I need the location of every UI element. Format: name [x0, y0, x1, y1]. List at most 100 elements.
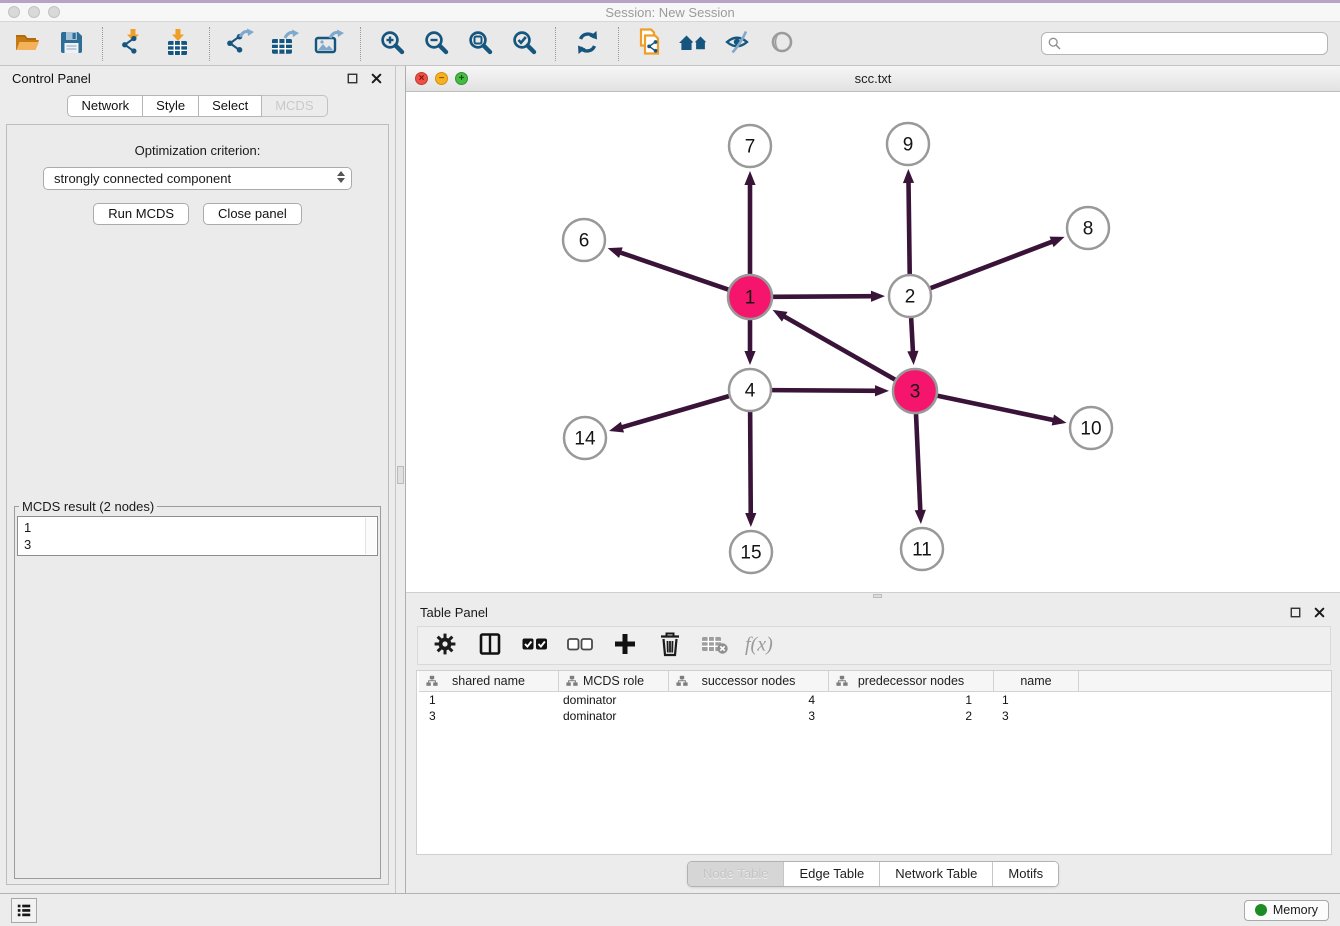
network-canvas[interactable]: 7 9 6 8 1 2 4 3 14 10 15 11 — [406, 92, 1340, 592]
apply-layout-button[interactable] — [572, 29, 602, 59]
tab-style[interactable]: Style — [143, 95, 199, 117]
graph-node-14[interactable]: 14 — [564, 417, 606, 459]
memory-button[interactable]: Memory — [1244, 900, 1329, 921]
network-graph[interactable]: 7 9 6 8 1 2 4 3 14 10 15 11 — [406, 92, 1340, 592]
table-row[interactable]: 1dominator411 — [419, 692, 1331, 708]
zoom-selected-button[interactable] — [509, 29, 539, 59]
cell-shared-name: 3 — [419, 708, 559, 724]
svg-text:2: 2 — [905, 287, 916, 308]
close-panel-button[interactable]: Close panel — [203, 203, 302, 225]
import-table-button[interactable] — [163, 29, 193, 59]
close-panel-icon[interactable] — [369, 72, 383, 86]
tab-motifs[interactable]: Motifs — [992, 862, 1058, 886]
function-builder-button: f(x) — [747, 633, 773, 659]
graph-node-10[interactable]: 10 — [1070, 407, 1112, 449]
edge-arrowhead-3-1 — [773, 310, 788, 322]
table-settings-button[interactable] — [432, 633, 458, 659]
new-network-from-selection-button[interactable] — [635, 29, 665, 59]
graph-node-8[interactable]: 8 — [1067, 207, 1109, 249]
graph-node-6[interactable]: 6 — [563, 219, 605, 261]
cell-name: 1 — [994, 692, 1079, 708]
column-header-name[interactable]: name — [994, 671, 1079, 691]
network-minimize-button[interactable]: − — [435, 72, 448, 85]
splitter-handle[interactable] — [873, 594, 882, 598]
show-columns-button[interactable] — [477, 633, 503, 659]
edge-3-11[interactable] — [916, 414, 920, 512]
graph-node-7[interactable]: 7 — [729, 125, 771, 167]
tab-network-table[interactable]: Network Table — [879, 862, 992, 886]
zoom-in-button[interactable] — [377, 29, 407, 59]
optimization-criterion-label: Optimization criterion: — [135, 143, 261, 158]
run-mcds-button[interactable]: Run MCDS — [93, 203, 189, 225]
column-header-MCDS-role[interactable]: MCDS role — [559, 671, 669, 691]
graph-node-9[interactable]: 9 — [887, 123, 929, 165]
mcds-result-box[interactable]: 1 3 — [17, 516, 378, 556]
zoom-fit-icon — [467, 29, 493, 58]
column-header-successor-nodes[interactable]: successor nodes — [669, 671, 829, 691]
tab-edge-table[interactable]: Edge Table — [783, 862, 879, 886]
tab-select[interactable]: Select — [199, 95, 262, 117]
network-window-titlebar[interactable]: × − + scc.txt — [406, 66, 1340, 92]
export-table-button[interactable] — [270, 29, 300, 59]
splitter-handle[interactable] — [397, 466, 404, 484]
edge-1-2[interactable] — [773, 296, 873, 297]
import-network-icon — [120, 28, 148, 59]
eye-slash-icon — [724, 29, 752, 58]
edge-2-9[interactable] — [908, 181, 909, 274]
column-header-shared-name[interactable]: shared name — [419, 671, 559, 691]
open-session-button[interactable] — [12, 29, 42, 59]
edge-3-10[interactable] — [938, 396, 1055, 421]
column-header-predecessor-nodes[interactable]: predecessor nodes — [829, 671, 994, 691]
delete-column-button[interactable] — [657, 633, 683, 659]
zoom-fit-button[interactable] — [465, 29, 495, 59]
export-network-button[interactable] — [226, 29, 256, 59]
table-panel: Table Panel f(x) shared nameMCDS rolesuc… — [406, 599, 1340, 893]
zoom-out-button[interactable] — [421, 29, 451, 59]
edge-arrowhead-4-3 — [875, 385, 889, 396]
horizontal-splitter[interactable] — [406, 592, 1340, 599]
graph-node-2[interactable]: 2 — [889, 275, 931, 317]
vertical-splitter[interactable] — [395, 66, 406, 893]
graph-node-3[interactable]: 3 — [893, 369, 937, 413]
float-panel-icon[interactable] — [345, 72, 359, 86]
add-column-button[interactable] — [612, 633, 638, 659]
close-table-panel-icon[interactable] — [1312, 605, 1326, 619]
edge-4-15[interactable] — [750, 412, 751, 515]
main-toolbar — [0, 22, 1340, 66]
graph-node-1[interactable]: 1 — [728, 275, 772, 319]
network-zoom-button[interactable]: + — [455, 72, 468, 85]
result-scrollbar[interactable] — [365, 518, 376, 554]
open-folder-icon — [14, 29, 41, 59]
select-all-columns-button[interactable] — [522, 633, 548, 659]
edge-2-3[interactable] — [911, 318, 913, 353]
float-table-panel-icon[interactable] — [1288, 605, 1302, 619]
hide-selection-button[interactable] — [723, 29, 753, 59]
search-field[interactable] — [1041, 32, 1328, 55]
export-image-button[interactable] — [314, 29, 344, 59]
graph-node-11[interactable]: 11 — [901, 528, 943, 570]
tab-network[interactable]: Network — [67, 95, 143, 117]
unselect-all-columns-button[interactable] — [567, 633, 593, 659]
save-session-button[interactable] — [56, 29, 86, 59]
edge-4-14[interactable] — [621, 396, 729, 428]
first-neighbors-button[interactable] — [679, 29, 709, 59]
table-row[interactable]: 3dominator323 — [419, 708, 1331, 724]
graph-node-15[interactable]: 15 — [730, 531, 772, 573]
search-input[interactable] — [1065, 37, 1321, 51]
edge-arrowhead-3-11 — [915, 510, 926, 524]
task-history-button[interactable] — [11, 898, 37, 923]
edge-3-1[interactable] — [783, 316, 895, 380]
edge-arrowhead-2-9 — [903, 169, 914, 183]
tab-mcds[interactable]: MCDS — [262, 95, 327, 117]
mcds-result-text: 1 3 — [18, 517, 377, 555]
import-network-button[interactable] — [119, 29, 149, 59]
edge-1-6[interactable] — [619, 252, 728, 290]
edge-2-8[interactable] — [931, 241, 1054, 288]
svg-text:7: 7 — [745, 137, 756, 158]
tab-node-table[interactable]: Node Table — [688, 862, 784, 886]
fx-icon: f(x) — [743, 631, 777, 660]
criterion-select[interactable]: strongly connected component — [43, 167, 352, 190]
network-close-button[interactable]: × — [415, 72, 428, 85]
graph-node-4[interactable]: 4 — [729, 369, 771, 411]
edge-4-3[interactable] — [772, 390, 877, 391]
